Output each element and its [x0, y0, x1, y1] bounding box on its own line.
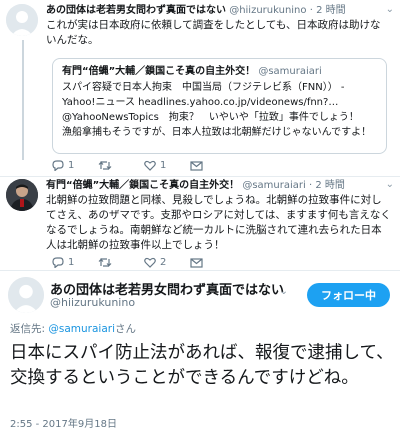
- avatar[interactable]: [6, 4, 38, 36]
- reply-icon: [52, 257, 64, 268]
- user-name[interactable]: 有門“倍蝿”大輔／鎖国こそ真の自主外交！: [46, 180, 239, 191]
- heart-icon: [144, 160, 156, 171]
- tweet-time[interactable]: 2 時間: [316, 5, 346, 16]
- chevron-down-icon[interactable]: ⌄: [386, 4, 394, 15]
- retweet-icon: [98, 161, 112, 170]
- reply-icon: [52, 160, 64, 171]
- quote-text: スパイ容疑で日本人拘束 中国当局（フジテレビ系（FNN）） - Yahoo!ニュ…: [62, 82, 372, 138]
- reply-count: 1: [68, 257, 75, 268]
- reply-mention-link[interactable]: @samuraiari: [48, 323, 115, 335]
- heart-icon: [144, 257, 156, 268]
- retweet-button[interactable]: [98, 160, 144, 171]
- tweet-time[interactable]: 2 時間: [315, 180, 345, 191]
- tweet-text: これが実は日本政府に依頼して調査をしたとしても、日本政府は助けないんだな。: [46, 19, 381, 46]
- follow-button[interactable]: フォロー中: [307, 283, 390, 307]
- tweet-header: あの団体は老若男女問わず真面ではない @hiizurukunino · 2 時間: [46, 4, 346, 17]
- tweet-timestamp[interactable]: 2:55 - 2017年9月18日: [10, 415, 117, 430]
- egg-avatar-icon: [8, 277, 44, 313]
- egg-avatar-icon: [6, 4, 38, 36]
- tweet-actions: 1 2: [52, 257, 236, 268]
- user-handle[interactable]: @hiizurukunino: [229, 5, 306, 16]
- tweet-header: 有門“倍蝿”大輔／鎖国こそ真の自主外交！ @samuraiari · 2 時間: [46, 179, 345, 192]
- chevron-down-icon[interactable]: ⌄: [280, 286, 288, 297]
- reply-button[interactable]: 1: [52, 160, 98, 171]
- envelope-icon: [190, 160, 203, 171]
- tweet-1[interactable]: あの団体は老若男女問わず真面ではない @hiizurukunino · 2 時間…: [0, 0, 400, 176]
- user-handle[interactable]: @samuraiari: [242, 180, 305, 191]
- chevron-down-icon[interactable]: ⌄: [386, 179, 394, 190]
- quote-user-handle: @samuraiari: [258, 66, 322, 77]
- separator-dot: ·: [308, 180, 313, 191]
- avatar[interactable]: [8, 277, 44, 313]
- tweet-actions: 1 1: [52, 160, 236, 171]
- reply-context: 返信先: @samuraiariさん: [10, 321, 136, 336]
- like-count: 2: [160, 257, 167, 268]
- main-tweet: あの団体は老若男女問わず真面ではない @hiizurukunino ⌄ フォロー…: [0, 271, 400, 433]
- reply-button[interactable]: 1: [52, 257, 98, 268]
- thread-line: [22, 40, 24, 160]
- user-name[interactable]: あの団体は老若男女問わず真面ではない: [46, 5, 226, 16]
- retweet-button[interactable]: [98, 257, 144, 268]
- quoted-tweet[interactable]: 有門“倍蝿”大輔／鎖国こそ真の自主外交！ @samuraiari スパイ容疑で日…: [52, 58, 387, 154]
- quote-user-name: 有門“倍蝿”大輔／鎖国こそ真の自主外交！: [62, 66, 256, 77]
- reply-suffix: さん: [115, 323, 137, 335]
- retweet-icon: [98, 258, 112, 267]
- quote-header: 有門“倍蝿”大輔／鎖国こそ真の自主外交！ @samuraiari: [62, 65, 377, 79]
- envelope-icon: [190, 257, 203, 268]
- avatar[interactable]: [6, 179, 38, 211]
- profile-photo-icon: [6, 179, 38, 211]
- main-tweet-text: 日本にスパイ防止法があれば、報復で逮捕して、交換するということができるんですけど…: [10, 343, 394, 388]
- like-count: 1: [160, 160, 167, 171]
- reply-prefix: 返信先:: [10, 323, 49, 335]
- tweet-text: 北朝鮮の拉致問題と同様、見殺しでしょうね。北朝鮮の拉致事件に対してさえ、あのザマ…: [46, 194, 391, 251]
- dm-button[interactable]: [190, 257, 236, 268]
- user-handle[interactable]: @hiizurukunino: [50, 296, 135, 309]
- like-button[interactable]: 2: [144, 257, 190, 268]
- separator-dot: ·: [309, 5, 313, 16]
- reply-count: 1: [68, 160, 75, 171]
- like-button[interactable]: 1: [144, 160, 190, 171]
- tweet-2[interactable]: 有門“倍蝿”大輔／鎖国こそ真の自主外交！ @samuraiari · 2 時間 …: [0, 177, 400, 272]
- dm-button[interactable]: [190, 160, 236, 171]
